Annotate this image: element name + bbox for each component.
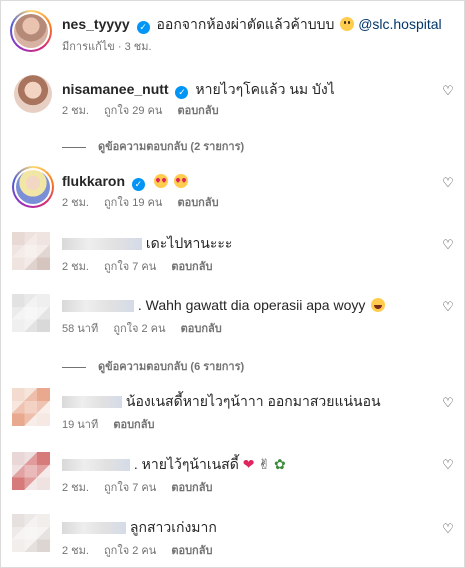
comment-line: ลูกสาวเก่งมาก bbox=[62, 518, 217, 536]
plant-emoji-icon: ✿ bbox=[273, 456, 286, 472]
comment-time: 2 ชม. bbox=[62, 105, 89, 117]
masked-username bbox=[62, 238, 142, 250]
reply-button[interactable]: ตอบกลับ bbox=[177, 197, 218, 209]
comment-line: nisamanee_nutt ✓ หายไวๆโคแล้ว นม บังไ bbox=[62, 80, 335, 99]
heart-outline-icon[interactable]: ♡ bbox=[441, 300, 455, 314]
masked-username bbox=[62, 300, 134, 312]
post-author-avatar[interactable] bbox=[10, 10, 52, 52]
comment-meta: 19 นาที ตอบกลับ bbox=[62, 418, 166, 432]
sad-face-emoji-icon bbox=[340, 17, 355, 31]
post-username[interactable]: nes_tyyyy bbox=[62, 16, 130, 32]
reply-button[interactable]: ตอบกลับ bbox=[171, 545, 212, 557]
comment-meta: 2 ชม. ถูกใจ 7 คน ตอบกลับ bbox=[62, 481, 224, 495]
caption-text: ออกจากห้องผ่าตัดแล้วค้าบบบ bbox=[156, 16, 335, 32]
comment-likes[interactable]: ถูกใจ 19 คน bbox=[104, 197, 162, 209]
view-replies-button[interactable]: ดูข้อความตอบกลับ (6 รายการ) bbox=[62, 357, 244, 375]
comment-likes[interactable]: ถูกใจ 2 คน bbox=[104, 545, 156, 557]
thread-divider bbox=[62, 146, 86, 148]
comment-line: . Wahh gawatt dia operasii apa woyy bbox=[62, 296, 386, 314]
reply-button[interactable]: ตอบกลับ bbox=[181, 323, 222, 335]
comment-line: . หายไว้ๆน้าเนสดี้ ❤ ✌ ✿ bbox=[62, 455, 286, 473]
reply-button[interactable]: ตอบกลับ bbox=[171, 261, 212, 273]
commenter-avatar-blurred[interactable] bbox=[12, 514, 50, 552]
hospital-mention[interactable]: @slc.hospital bbox=[358, 16, 441, 32]
heart-eyes-emoji-icon bbox=[173, 174, 188, 188]
heart-outline-icon[interactable]: ♡ bbox=[441, 522, 455, 536]
comment-text: เดะไปหานะะะ bbox=[145, 235, 233, 251]
view-replies-label: ดูข้อความตอบกลับ (2 รายการ) bbox=[98, 141, 245, 153]
victory-hand-emoji-icon: ✌ bbox=[258, 456, 271, 472]
commenter-avatar[interactable] bbox=[14, 75, 52, 113]
comment-likes[interactable]: ถูกใจ 7 คน bbox=[104, 261, 156, 273]
comment-text: . Wahh gawatt dia operasii apa woyy bbox=[137, 297, 366, 313]
view-replies-button[interactable]: ดูข้อความตอบกลับ (2 รายการ) bbox=[62, 137, 244, 155]
commenter-avatar[interactable] bbox=[12, 166, 54, 208]
thread-divider bbox=[62, 366, 86, 368]
view-replies-label: ดูข้อความตอบกลับ (6 รายการ) bbox=[98, 361, 245, 373]
laughing-emoji-icon bbox=[371, 298, 386, 312]
comment-line: flukkaron ✓ bbox=[62, 172, 188, 191]
verified-badge-icon: ✓ bbox=[131, 178, 145, 191]
comment-text: น้องเนสดี้หายไวๆน้าาา ออกมาสวยแน่นอน bbox=[125, 393, 381, 409]
comment-time: 2 ชม. bbox=[62, 545, 89, 557]
caption-meta: มีการแก้ไข · 3 ชม. bbox=[62, 41, 152, 53]
comment-meta: 2 ชม. ถูกใจ 7 คน ตอบกลับ bbox=[62, 260, 224, 274]
comment-likes[interactable]: ถูกใจ 2 คน bbox=[113, 323, 165, 335]
masked-username bbox=[62, 459, 130, 471]
healing-heart-emoji-icon: ❤ bbox=[242, 456, 255, 472]
comment-meta: 2 ชม. ถูกใจ 29 คน ตอบกลับ bbox=[62, 104, 231, 118]
heart-outline-icon[interactable]: ♡ bbox=[441, 396, 455, 410]
comment-time: 19 นาที bbox=[62, 419, 99, 431]
comment-line: น้องเนสดี้หายไวๆน้าาา ออกมาสวยแน่นอน bbox=[62, 392, 381, 410]
comment-text: หายไวๆโคแล้ว นม บังไ bbox=[195, 81, 335, 97]
heart-outline-icon[interactable]: ♡ bbox=[441, 84, 455, 98]
reply-button[interactable]: ตอบกลับ bbox=[113, 419, 154, 431]
heart-eyes-emoji-icon bbox=[153, 174, 168, 188]
comment-meta: 58 นาที ถูกใจ 2 คน ตอบกลับ bbox=[62, 322, 234, 336]
commenter-avatar-blurred[interactable] bbox=[12, 294, 50, 332]
caption-line: nes_tyyyy ✓ ออกจากห้องผ่าตัดแล้วค้าบบบ @… bbox=[62, 15, 442, 34]
heart-outline-icon[interactable]: ♡ bbox=[441, 458, 455, 472]
reply-button[interactable]: ตอบกลับ bbox=[177, 105, 218, 117]
reply-button[interactable]: ตอบกลับ bbox=[171, 482, 212, 494]
verified-badge-icon: ✓ bbox=[136, 21, 150, 34]
commenter-avatar-blurred[interactable] bbox=[12, 232, 50, 270]
commenter-avatar-blurred[interactable] bbox=[12, 452, 50, 490]
comment-time: 2 ชม. bbox=[62, 482, 89, 494]
comment-meta: 2 ชม. ถูกใจ 2 คน ตอบกลับ bbox=[62, 544, 224, 558]
comment-username[interactable]: nisamanee_nutt bbox=[62, 81, 169, 97]
comment-likes[interactable]: ถูกใจ 29 คน bbox=[104, 105, 162, 117]
comment-text: ลูกสาวเก่งมาก bbox=[129, 519, 217, 535]
comment-time: 2 ชม. bbox=[62, 197, 89, 209]
comment-likes[interactable]: ถูกใจ 7 คน bbox=[104, 482, 156, 494]
comment-username[interactable]: flukkaron bbox=[62, 173, 125, 189]
comment-text: . หายไว้ๆน้าเนสดี้ bbox=[133, 456, 239, 472]
verified-badge-icon: ✓ bbox=[175, 86, 189, 99]
masked-username bbox=[62, 522, 126, 534]
comment-time: 58 นาที bbox=[62, 323, 99, 335]
heart-outline-icon[interactable]: ♡ bbox=[441, 176, 455, 190]
heart-outline-icon[interactable]: ♡ bbox=[441, 238, 455, 252]
commenter-avatar-blurred[interactable] bbox=[12, 388, 50, 426]
comment-line: เดะไปหานะะะ bbox=[62, 234, 232, 252]
comment-time: 2 ชม. bbox=[62, 261, 89, 273]
masked-username bbox=[62, 396, 122, 408]
comment-meta: 2 ชม. ถูกใจ 19 คน ตอบกลับ bbox=[62, 196, 231, 210]
